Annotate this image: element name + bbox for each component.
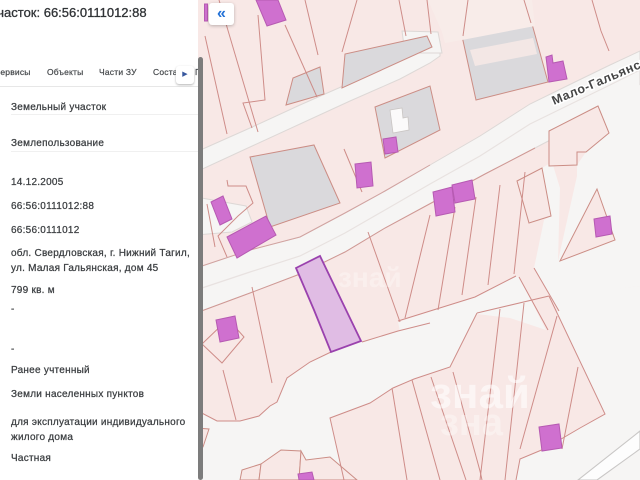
svg-text:знай: знай xyxy=(338,262,402,293)
svg-text:зна: зна xyxy=(440,402,504,444)
